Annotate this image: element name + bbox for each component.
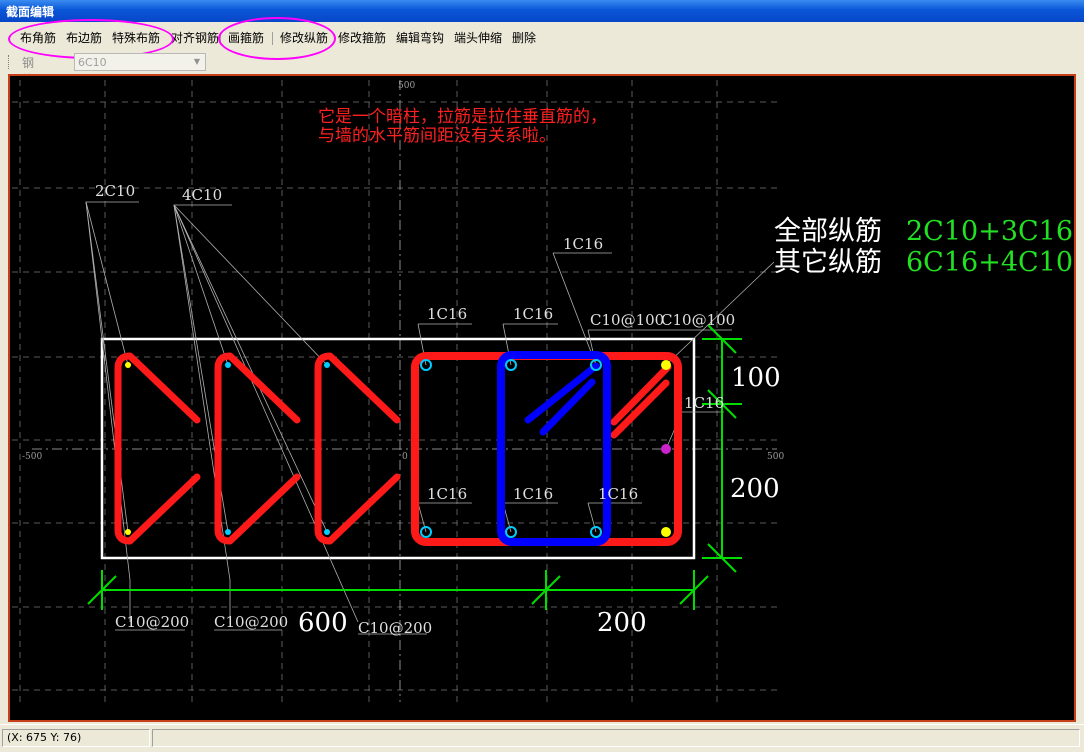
stirrup-hook xyxy=(610,363,672,426)
all-longitudinal-value: 2C10+3C16 xyxy=(906,216,1073,247)
toolbar-separator xyxy=(220,32,221,45)
rebar-point[interactable] xyxy=(324,529,330,535)
edit-longitudinal-button[interactable]: 修改纵筋 xyxy=(280,27,328,49)
rebar-point[interactable] xyxy=(225,529,231,535)
rebar-info-select[interactable]: 6C10 ▼ xyxy=(74,53,206,71)
window-title: 截面编辑 xyxy=(6,5,55,19)
other-longitudinal-value: 6C16+4C10 xyxy=(906,247,1073,278)
align-rebar-button[interactable]: 对齐钢筋 xyxy=(171,27,219,49)
dimension-label: 100 xyxy=(731,363,781,393)
dimension-label: 200 xyxy=(597,608,647,638)
rebar-label: 1C16 xyxy=(598,485,638,503)
end-extension-button[interactable]: 端头伸缩 xyxy=(454,27,502,49)
coordinates-readout: (X: 675 Y: 76) xyxy=(2,729,150,747)
rebar-label: 1C16 xyxy=(427,305,467,323)
status-panel xyxy=(152,729,1080,747)
rebar-label: 1C16 xyxy=(684,394,724,412)
toolbar-grip[interactable] xyxy=(8,55,11,69)
draw-stirrup-button[interactable]: 画箍筋 xyxy=(228,27,264,49)
section-drawing: 500 -500 0 500 2C10 4C10 1C16 1C16 1C16 … xyxy=(12,80,1073,702)
annotation-note-line1: 它是一个暗柱，拉筋是拉住垂直筋的， xyxy=(318,107,607,127)
drawing-canvas[interactable]: 500 -500 0 500 2C10 4C10 1C16 1C16 1C16 … xyxy=(8,74,1076,722)
edge-rebar-button[interactable]: 布边筋 xyxy=(66,27,102,49)
stirrup-spec-label: C10@100 xyxy=(590,311,664,329)
rebar-label: 2C10 xyxy=(95,182,135,200)
stirrup-spec-label: C10@100 xyxy=(661,311,735,329)
rebar-label: 1C16 xyxy=(513,305,553,323)
rebar-point[interactable] xyxy=(661,360,671,370)
corner-rebar-button[interactable]: 布角筋 xyxy=(20,27,56,49)
tie-spec-label: C10@200 xyxy=(358,619,432,637)
rebar-point[interactable] xyxy=(225,362,231,368)
rebar-point[interactable] xyxy=(125,362,131,368)
rebar-label: 1C16 xyxy=(563,235,603,253)
rebar-info-value: 6C10 xyxy=(78,56,107,69)
special-rebar-button[interactable]: 特殊布筋 xyxy=(112,27,160,49)
leader-lines xyxy=(85,201,775,635)
axis-lines xyxy=(32,80,777,702)
tie-spec-label: C10@200 xyxy=(214,613,288,631)
annotation-note-line2: 与墙的水平筋间距没有关系啦。 xyxy=(318,126,556,146)
dimension-label: 200 xyxy=(730,474,780,504)
rebar-point-selected[interactable] xyxy=(661,444,671,454)
axis-tick-label: -500 xyxy=(22,452,42,462)
chevron-down-icon[interactable]: ▼ xyxy=(191,56,203,68)
rebar-point[interactable] xyxy=(661,527,671,537)
all-longitudinal-label: 全部纵筋 xyxy=(774,216,882,247)
edit-stirrup-button[interactable]: 修改箍筋 xyxy=(338,27,386,49)
tie-spec-label: C10@200 xyxy=(115,613,189,631)
rebar-label: 1C16 xyxy=(427,485,467,503)
window-titlebar: 截面编辑 xyxy=(0,0,1084,22)
rebar-point[interactable] xyxy=(125,529,131,535)
toolbar-separator xyxy=(272,32,273,45)
delete-button[interactable]: 删除 xyxy=(512,27,536,49)
axis-tick-label: 500 xyxy=(767,452,784,462)
other-longitudinal-label: 其它纵筋 xyxy=(774,247,882,278)
rebar-point[interactable] xyxy=(324,362,330,368)
grid-lines xyxy=(12,80,782,702)
axis-tick-label: 0 xyxy=(402,452,408,462)
edit-hook-button[interactable]: 编辑弯钩 xyxy=(396,27,444,49)
rebar-label: 1C16 xyxy=(513,485,553,503)
axis-tick-label: 500 xyxy=(398,81,415,91)
status-bar: (X: 675 Y: 76) xyxy=(0,724,1084,752)
rebar-label: 4C10 xyxy=(182,186,222,204)
dimension-label: 600 xyxy=(298,608,348,638)
